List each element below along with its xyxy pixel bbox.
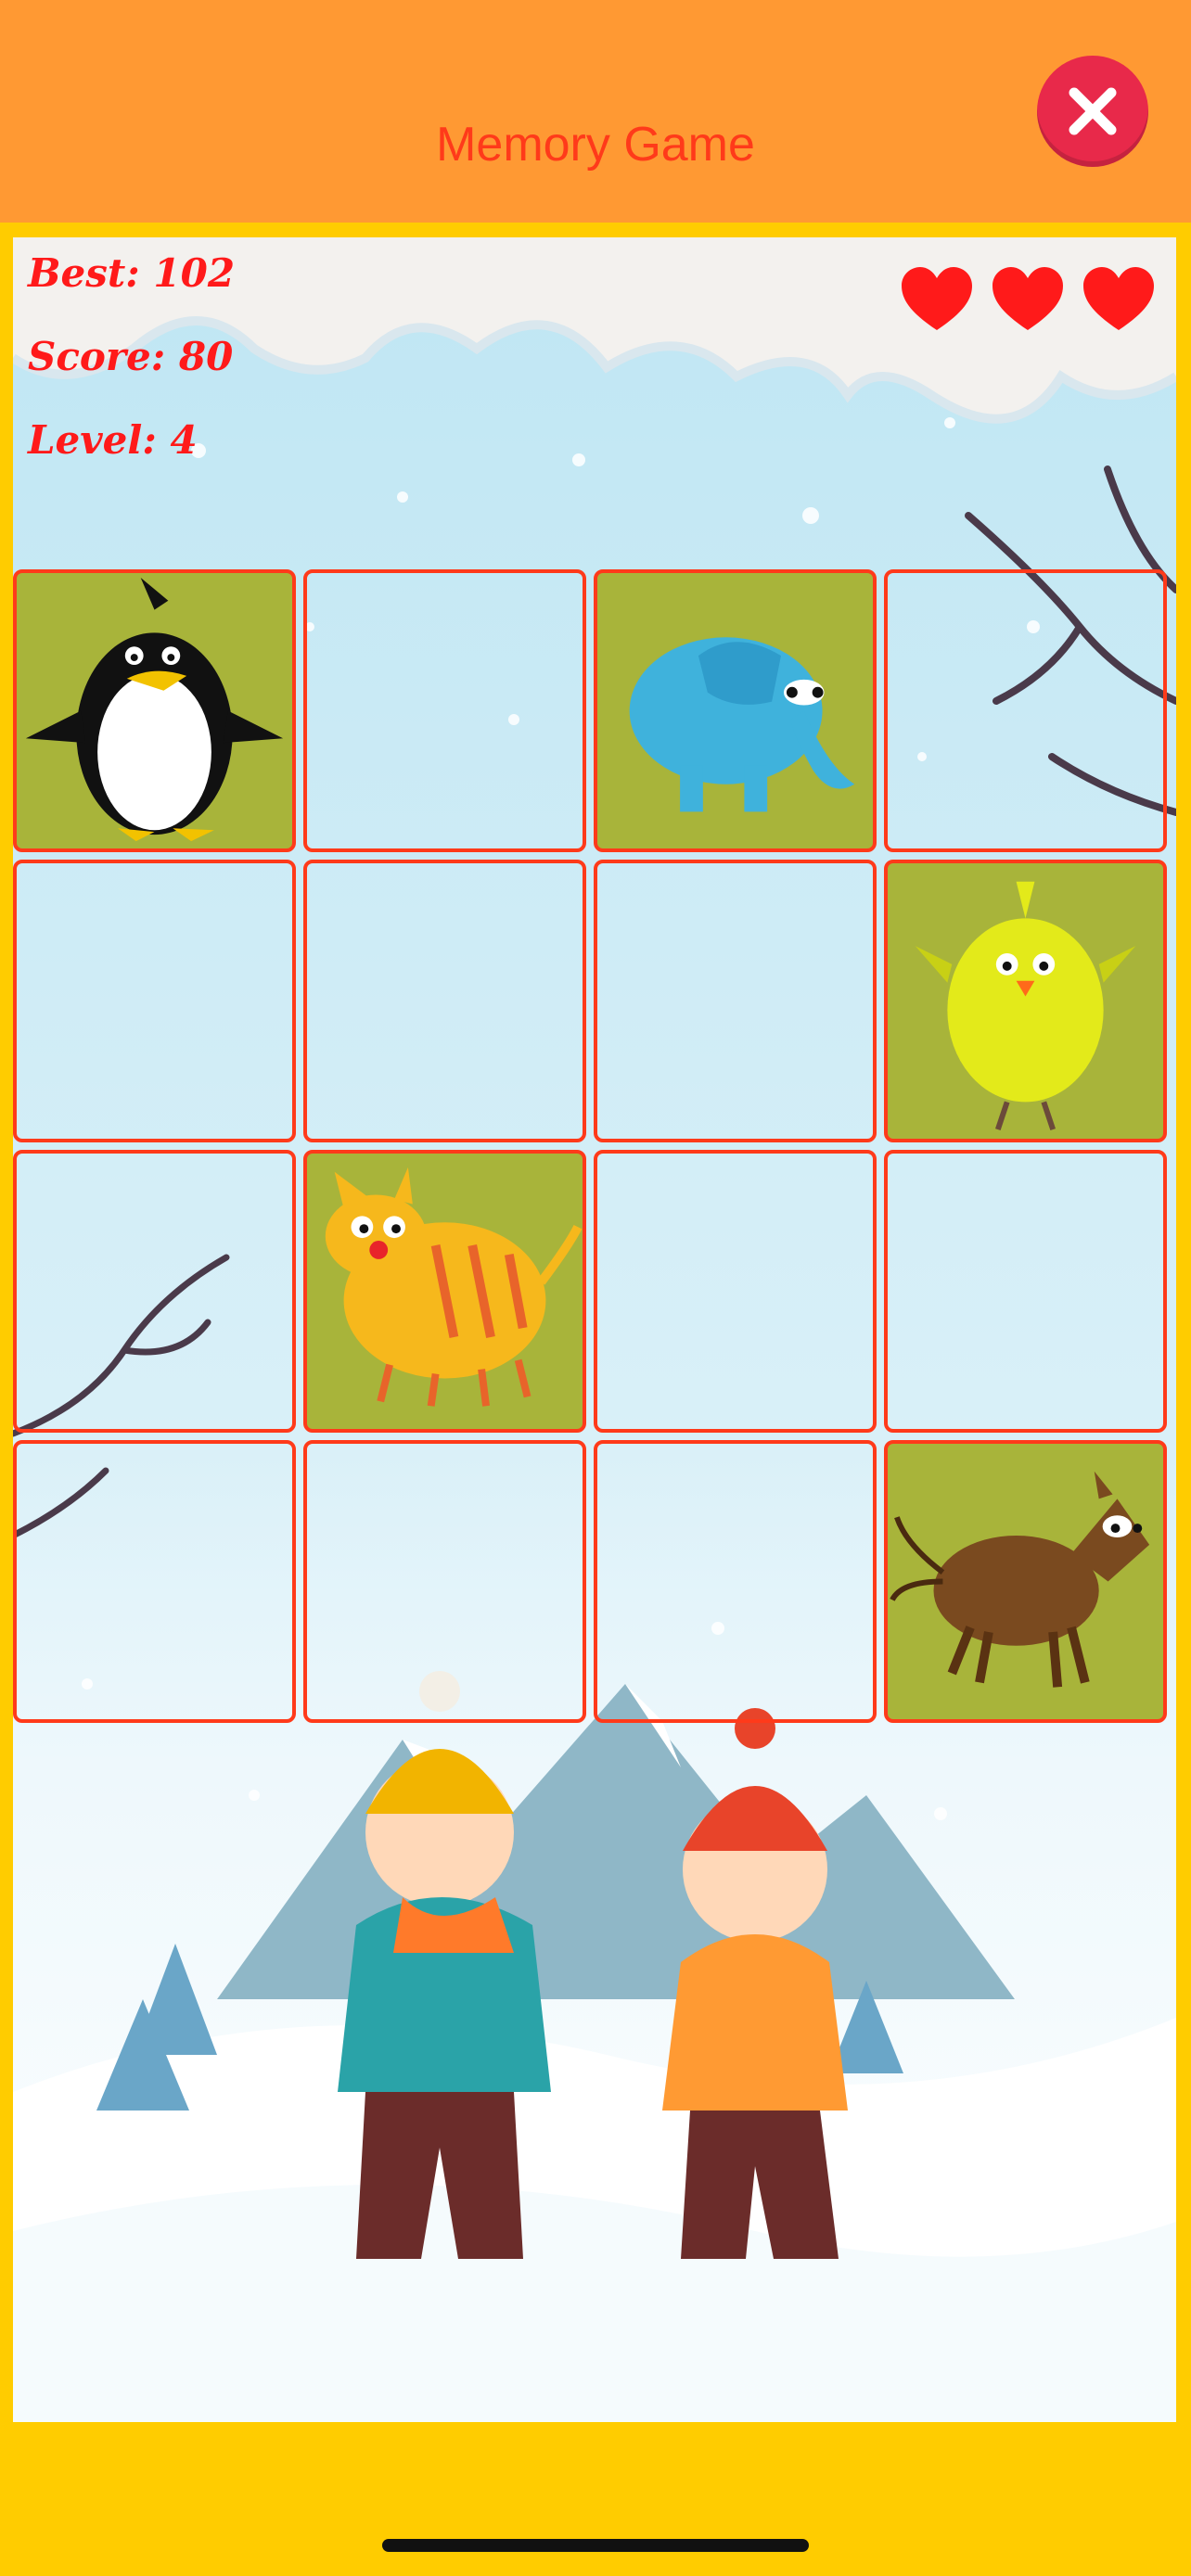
heart-icon [1082,267,1156,334]
card-hidden[interactable] [303,569,586,852]
card-hidden[interactable] [13,1150,296,1433]
lives-indicator [900,267,1169,341]
card-hidden[interactable] [594,1440,877,1723]
best-score: Best: 102 [28,250,236,296]
card-horse[interactable] [884,1440,1167,1723]
page-title: Memory Game [436,118,755,172]
heart-icon [900,267,974,334]
card-hidden[interactable] [303,1440,586,1723]
card-hidden[interactable] [594,860,877,1142]
card-hidden[interactable] [594,1150,877,1433]
level-indicator: Level: 4 [28,417,198,463]
card-hidden[interactable] [884,569,1167,852]
card-hidden[interactable] [13,1440,296,1723]
current-score: Score: 80 [28,334,234,379]
home-indicator [382,2539,809,2552]
header-bar: Memory Game [0,0,1191,223]
card-penguin[interactable] [13,569,296,852]
card-grid [13,569,1176,1732]
card-cat[interactable] [303,1150,586,1433]
card-hidden[interactable] [884,1150,1167,1433]
card-chick[interactable] [884,860,1167,1142]
close-button[interactable] [1037,56,1148,167]
card-elephant[interactable] [594,569,877,852]
card-hidden[interactable] [303,860,586,1142]
heart-icon [991,267,1065,334]
close-icon [1069,87,1117,135]
card-hidden[interactable] [13,860,296,1142]
